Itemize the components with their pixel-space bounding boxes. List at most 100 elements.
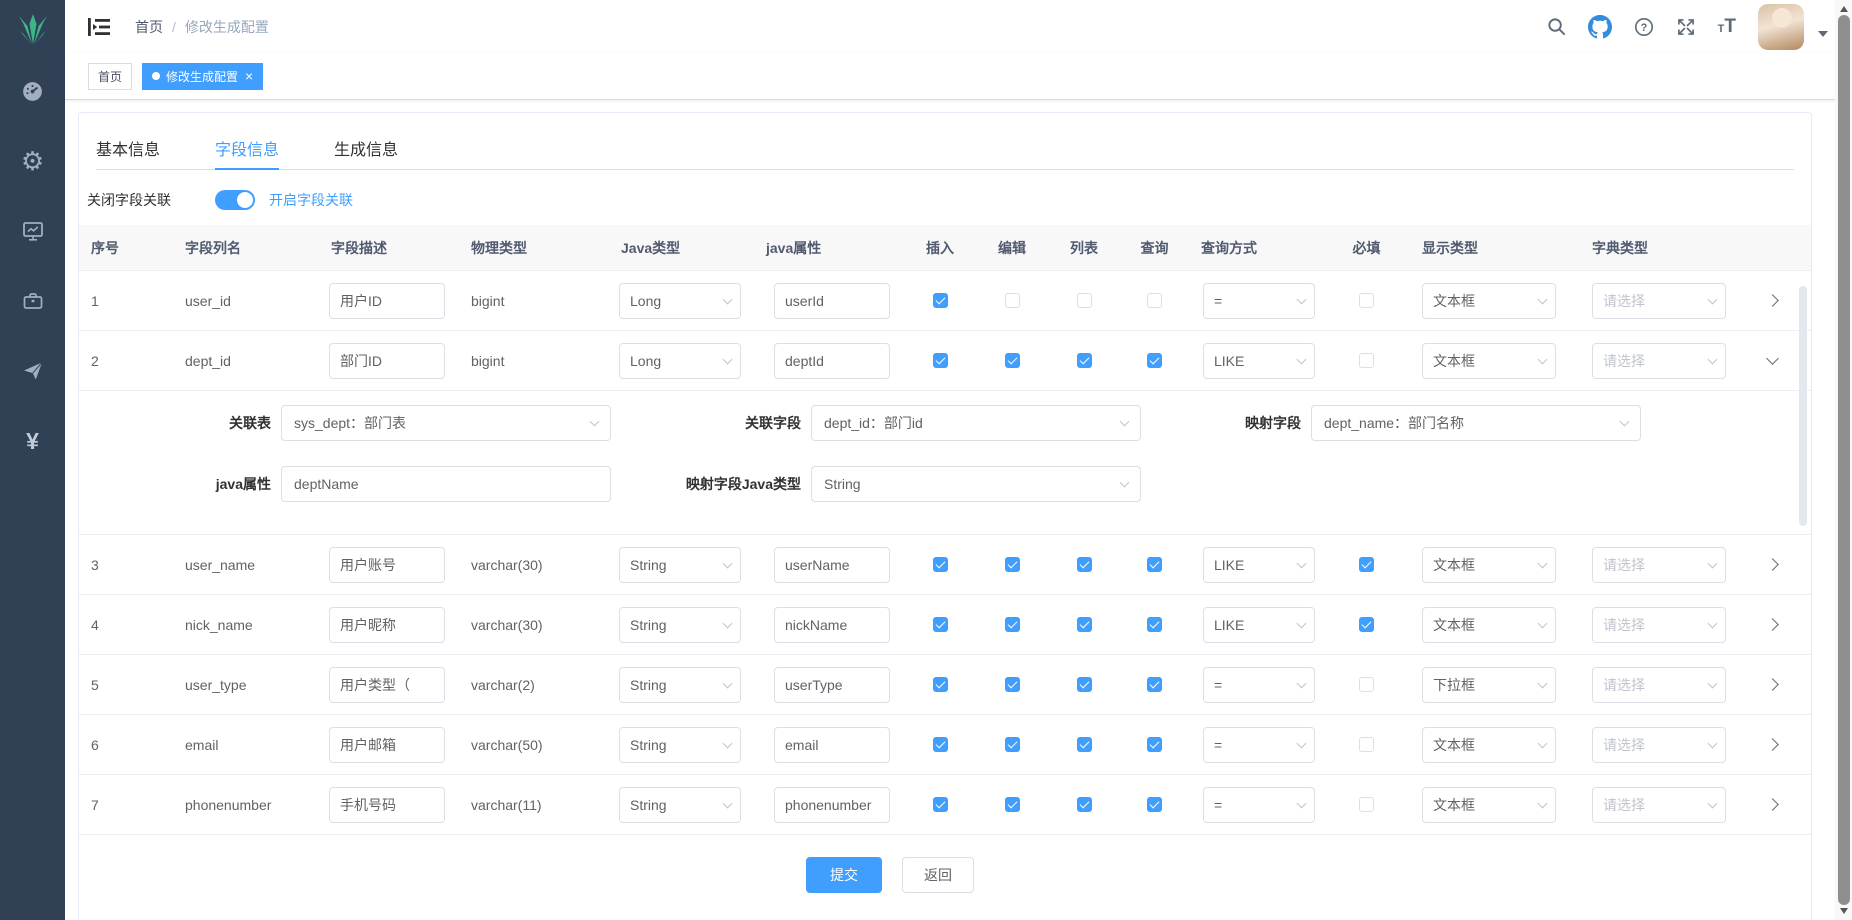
mapping-field-select[interactable]: dept_name：部门名称 <box>1311 405 1641 441</box>
java-type-select[interactable]: String <box>619 787 741 823</box>
required-checkbox[interactable] <box>1359 737 1374 752</box>
scroll-down-arrow-icon[interactable] <box>1840 908 1848 914</box>
field-association-toggle[interactable] <box>215 190 255 210</box>
java-attr-input[interactable]: userName <box>774 547 890 583</box>
assoc-table-select[interactable]: sys_dept：部门表 <box>281 405 611 441</box>
required-checkbox[interactable] <box>1359 557 1374 572</box>
dict-type-select[interactable]: 请选择 <box>1592 607 1726 643</box>
edit-checkbox[interactable] <box>1005 737 1020 752</box>
github-link[interactable] <box>1588 15 1612 39</box>
dict-type-select[interactable]: 请选择 <box>1592 667 1726 703</box>
mapping-java-type-select[interactable]: String <box>811 466 1141 502</box>
required-checkbox[interactable] <box>1359 677 1374 692</box>
fullscreen-button[interactable] <box>1676 17 1696 37</box>
required-checkbox[interactable] <box>1359 797 1374 812</box>
query-checkbox[interactable] <box>1147 677 1162 692</box>
tab-basic-info[interactable]: 基本信息 <box>96 126 160 169</box>
display-type-select[interactable]: 文本框 <box>1422 547 1556 583</box>
insert-checkbox[interactable] <box>933 797 948 812</box>
expand-row-icon[interactable] <box>1766 294 1779 307</box>
list-checkbox[interactable] <box>1077 353 1092 368</box>
required-checkbox[interactable] <box>1359 293 1374 308</box>
edit-checkbox[interactable] <box>1005 677 1020 692</box>
edit-checkbox[interactable] <box>1005 797 1020 812</box>
query-way-select[interactable]: LIKE <box>1203 607 1315 643</box>
breadcrumb-home[interactable]: 首页 <box>135 17 163 37</box>
java-type-select[interactable]: String <box>619 727 741 763</box>
assoc-java-attr-input[interactable]: deptName <box>281 466 611 502</box>
java-type-select[interactable]: Long <box>619 343 741 379</box>
expand-row-icon[interactable] <box>1766 678 1779 691</box>
list-checkbox[interactable] <box>1077 617 1092 632</box>
dict-type-select[interactable]: 请选择 <box>1592 727 1726 763</box>
tag-home[interactable]: 首页 <box>88 63 132 90</box>
sidebar-item-monitor[interactable] <box>0 196 65 266</box>
edit-checkbox[interactable] <box>1005 557 1020 572</box>
expand-row-icon[interactable] <box>1766 618 1779 631</box>
tab-gen-info[interactable]: 生成信息 <box>334 126 398 169</box>
required-checkbox[interactable] <box>1359 617 1374 632</box>
sidebar-item-guide[interactable] <box>0 336 65 406</box>
sidebar-item-tool[interactable] <box>0 266 65 336</box>
java-attr-input[interactable]: deptId <box>774 343 890 379</box>
scroll-up-arrow-icon[interactable] <box>1840 6 1848 12</box>
close-tag-icon[interactable]: × <box>245 69 253 83</box>
display-type-select[interactable]: 文本框 <box>1422 607 1556 643</box>
query-checkbox[interactable] <box>1147 797 1162 812</box>
query-way-select[interactable]: = <box>1203 667 1315 703</box>
required-checkbox[interactable] <box>1359 353 1374 368</box>
dict-type-select[interactable]: 请选择 <box>1592 283 1726 319</box>
java-type-select[interactable]: String <box>619 547 741 583</box>
insert-checkbox[interactable] <box>933 353 948 368</box>
query-way-select[interactable]: = <box>1203 787 1315 823</box>
window-scrollbar-thumb[interactable] <box>1838 15 1850 905</box>
font-size-button[interactable]: TT <box>1718 16 1736 38</box>
assoc-field-select[interactable]: dept_id：部门id <box>811 405 1141 441</box>
dict-type-select[interactable]: 请选择 <box>1592 547 1726 583</box>
query-checkbox[interactable] <box>1147 293 1162 308</box>
java-attr-input[interactable]: phonenumber <box>774 787 890 823</box>
insert-checkbox[interactable] <box>933 737 948 752</box>
edit-checkbox[interactable] <box>1005 617 1020 632</box>
description-input[interactable]: 用户ID <box>329 283 445 319</box>
display-type-select[interactable]: 文本框 <box>1422 343 1556 379</box>
back-button[interactable]: 返回 <box>902 857 974 893</box>
header-search-button[interactable] <box>1547 17 1566 36</box>
description-input[interactable]: 用户邮箱 <box>329 727 445 763</box>
table-scrollbar-thumb[interactable] <box>1799 286 1807 526</box>
expand-row-icon[interactable] <box>1766 352 1779 365</box>
sidebar-item-dashboard[interactable] <box>0 56 65 126</box>
edit-checkbox[interactable] <box>1005 353 1020 368</box>
submit-button[interactable]: 提交 <box>806 857 882 893</box>
insert-checkbox[interactable] <box>933 557 948 572</box>
expand-row-icon[interactable] <box>1766 738 1779 751</box>
dict-type-select[interactable]: 请选择 <box>1592 343 1726 379</box>
description-input[interactable]: 用户类型（ <box>329 667 445 703</box>
list-checkbox[interactable] <box>1077 557 1092 572</box>
display-type-select[interactable]: 下拉框 <box>1422 667 1556 703</box>
description-input[interactable]: 部门ID <box>329 343 445 379</box>
display-type-select[interactable]: 文本框 <box>1422 283 1556 319</box>
app-logo[interactable] <box>0 0 65 56</box>
java-attr-input[interactable]: userType <box>774 667 890 703</box>
query-checkbox[interactable] <box>1147 617 1162 632</box>
display-type-select[interactable]: 文本框 <box>1422 787 1556 823</box>
java-attr-input[interactable]: nickName <box>774 607 890 643</box>
tab-field-info[interactable]: 字段信息 <box>215 126 279 169</box>
query-way-select[interactable]: = <box>1203 283 1315 319</box>
description-input[interactable]: 手机号码 <box>329 787 445 823</box>
java-type-select[interactable]: String <box>619 667 741 703</box>
query-checkbox[interactable] <box>1147 737 1162 752</box>
display-type-select[interactable]: 文本框 <box>1422 727 1556 763</box>
query-way-select[interactable]: LIKE <box>1203 343 1315 379</box>
caret-down-icon[interactable] <box>1818 31 1828 37</box>
query-way-select[interactable]: = <box>1203 727 1315 763</box>
insert-checkbox[interactable] <box>933 293 948 308</box>
dict-type-select[interactable]: 请选择 <box>1592 787 1726 823</box>
sidebar-item-pay[interactable]: ¥ <box>0 406 65 476</box>
list-checkbox[interactable] <box>1077 797 1092 812</box>
java-attr-input[interactable]: userId <box>774 283 890 319</box>
expand-row-icon[interactable] <box>1766 798 1779 811</box>
query-checkbox[interactable] <box>1147 557 1162 572</box>
list-checkbox[interactable] <box>1077 737 1092 752</box>
